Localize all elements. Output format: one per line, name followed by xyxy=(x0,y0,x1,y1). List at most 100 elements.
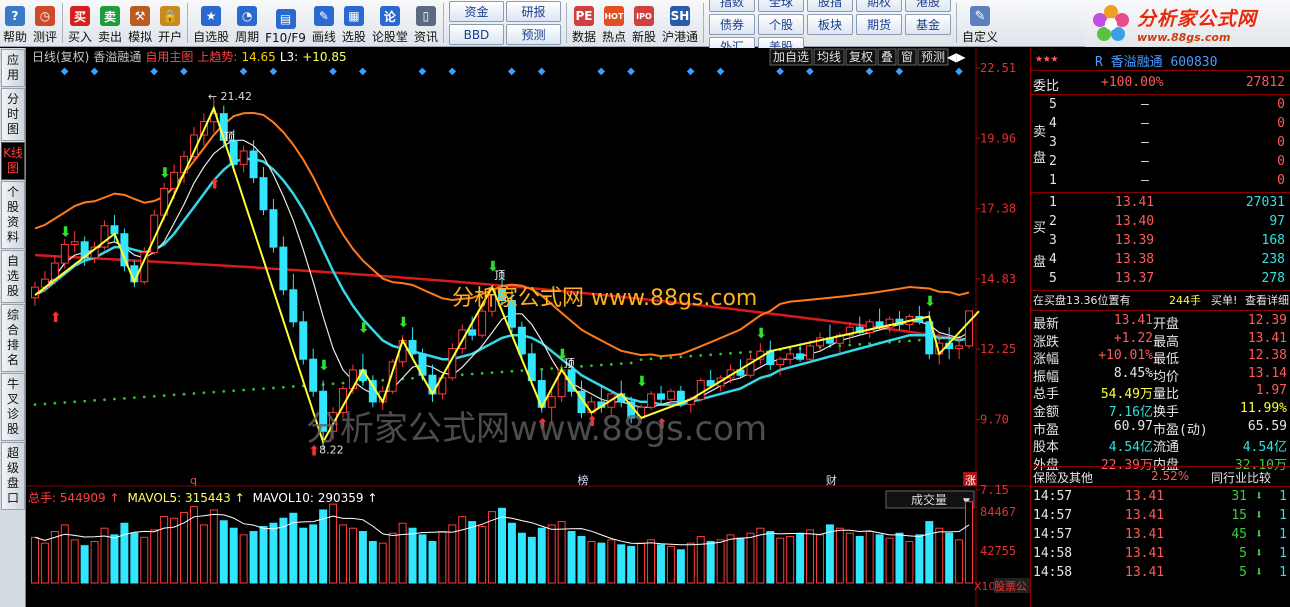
chart-button-1[interactable]: 均线 xyxy=(813,48,845,66)
left-tab-2[interactable]: K线图 xyxy=(1,142,25,180)
tick-volume: 15 xyxy=(1231,508,1247,523)
left-tab-7[interactable]: 超级盘口 xyxy=(1,442,25,510)
quote-value: 12.38 xyxy=(1247,348,1287,364)
support-dot xyxy=(212,390,216,394)
left-tab-5[interactable]: 综合排名 xyxy=(1,304,25,372)
toolbar-market-button-6[interactable]: 个股 xyxy=(758,13,805,35)
toolbar-group2-button-0[interactable]: 买买入 xyxy=(65,0,95,47)
toolbar-group3-button-4[interactable]: ▦ 选股 xyxy=(339,0,369,47)
toolbar-market-button-5[interactable]: 债券 xyxy=(709,13,756,35)
tick-price: 13.41 xyxy=(1125,546,1165,561)
toolbar-group2-button-2[interactable]: ⚒ 模拟 xyxy=(125,0,155,47)
volume-bar xyxy=(229,527,238,584)
signal-diamond-icon: ◆ xyxy=(269,66,277,77)
toolbar-group3-button-3[interactable]: ✎ 画线 xyxy=(309,0,339,47)
volume-bar xyxy=(418,534,427,584)
queue-detail-link[interactable]: 查看详细 xyxy=(1245,292,1289,308)
toolbar-group4-button-2[interactable]: IPO 新股 xyxy=(629,0,659,47)
support-dot xyxy=(33,403,37,406)
left-tab-0[interactable]: 应用 xyxy=(1,49,25,87)
volume-bar xyxy=(478,526,487,584)
left-tab-3[interactable]: 个股资料 xyxy=(1,181,25,249)
industry-compare-button[interactable]: 同行业比较 xyxy=(1211,469,1271,486)
support-dot xyxy=(709,353,713,357)
toolbar-grid-a-button-2[interactable]: BBD xyxy=(448,24,504,45)
chart-button-4[interactable]: 窗 xyxy=(897,48,917,66)
left-tab-1[interactable]: 分时图 xyxy=(1,88,25,141)
top-signal-label: 顶 xyxy=(494,269,505,282)
chart-button-5[interactable]: 预测 xyxy=(917,48,949,66)
chart-button-0[interactable]: 加自选 xyxy=(769,48,813,66)
toolbar-group2-button-3[interactable]: 🔒 开户 xyxy=(155,0,185,47)
toolbar-market-button-0[interactable]: 指数 xyxy=(709,0,756,12)
custom-button[interactable]: ✎ 自定义 xyxy=(959,0,1001,47)
volume-bar xyxy=(209,509,218,584)
chart-expand-icon[interactable]: ◀▶ xyxy=(947,50,966,64)
volume-bar xyxy=(468,521,477,584)
sell-price: – xyxy=(1141,173,1149,188)
kline-chart[interactable]: 22.51 19.96 17.38 14.83 12.25 9.70 7.15 日线(复权) 香… xyxy=(26,48,1030,607)
volume-bar xyxy=(816,534,824,584)
toolbar-grid-b: 指数 全球 股指 期权 港股 债券 个股 板块 期货 基金 外汇 美股 xyxy=(706,0,954,56)
chart-button-label-2: 复权 xyxy=(849,50,873,64)
toolbar-group3-button-5[interactable]: 论论股堂 xyxy=(369,0,411,47)
volume-bar xyxy=(796,532,805,584)
toolbar-grid-a-button-0[interactable]: 资金 xyxy=(448,1,504,22)
quote-value: 11.99% xyxy=(1240,401,1287,416)
toolbar-group3-icon-4: ▦ xyxy=(343,6,364,26)
support-dot xyxy=(520,369,524,372)
toolbar-group2-label-3: 开户 xyxy=(158,30,183,44)
chart-header-title: 日线(复权) xyxy=(32,50,89,64)
toolbar-group4-button-0[interactable]: PE 数据 xyxy=(569,0,599,47)
toolbar-group2-button-1[interactable]: 卖卖出 xyxy=(95,0,125,47)
toolbar-group3-label-6: 资讯 xyxy=(413,30,438,44)
toolbar-group3-button-6[interactable]: ▯ 资讯 xyxy=(411,0,441,47)
support-dot xyxy=(480,371,484,375)
toolbar-market-button-7[interactable]: 板块 xyxy=(807,13,854,35)
toolbar-group3-button-1[interactable]: ◔ 周期 xyxy=(232,0,262,47)
volume-bar xyxy=(408,527,417,584)
volume-bar xyxy=(150,529,159,584)
support-dot xyxy=(252,387,255,391)
support-dot xyxy=(202,391,206,395)
event-marker-zhang: 涨 xyxy=(965,474,976,487)
toolbar-market-button-4[interactable]: 港股 xyxy=(905,0,952,12)
tick-volume: 5 xyxy=(1239,565,1247,580)
toolbar-group1-button-1[interactable]: ◷ 测评 xyxy=(30,0,60,47)
chart-button-3[interactable]: 叠 xyxy=(877,48,897,66)
toolbar-group3-icon-2: ▤ xyxy=(275,9,296,29)
volume-bar xyxy=(249,531,258,584)
toolbar-market-button-9[interactable]: 基金 xyxy=(905,13,952,35)
quote-value: 60.97 xyxy=(1113,418,1153,434)
quote-row: 涨幅 +10.01% 最低 12.38 xyxy=(1031,347,1290,367)
toolbar-market-button-2[interactable]: 股指 xyxy=(807,0,854,12)
toolbar-group3-button-0[interactable]: ★ 自选股 xyxy=(190,0,232,47)
volume-bar xyxy=(527,536,536,584)
volume-indicator-select[interactable]: 成交量▼ xyxy=(885,490,975,509)
support-dot xyxy=(242,388,246,392)
buy-volume: 27031 xyxy=(1245,195,1285,210)
tick-time: 14:57 xyxy=(1033,527,1073,542)
support-dot xyxy=(132,396,136,400)
toolbar-group4-button-1[interactable]: HOT 热点 xyxy=(599,0,629,47)
down-arrow-icon: ⬇ xyxy=(1255,527,1263,542)
left-vertical-tabs: 应用 分时图 K线图 个股资料 自选股 综合排名 牛叉诊股 超级盘口 xyxy=(0,48,26,607)
volume-bar xyxy=(686,542,695,584)
toolbar-group3-button-2[interactable]: ▤ F10/F9 xyxy=(262,0,309,47)
left-tab-4[interactable]: 自选股 xyxy=(1,250,25,303)
left-tab-6[interactable]: 牛叉诊股 xyxy=(1,373,25,441)
support-dot xyxy=(93,399,96,402)
toolbar-group4-button-3[interactable]: SH 沪港通 xyxy=(659,0,701,47)
support-dot xyxy=(152,394,156,398)
toolbar-market-button-1[interactable]: 全球 xyxy=(758,0,805,12)
volume-bar xyxy=(865,531,874,584)
toolbar-group1-button-0[interactable]: ? 帮助 xyxy=(0,0,30,47)
toolbar-market-button-8[interactable]: 期货 xyxy=(856,13,903,35)
toolbar-group3-label-4: 选股 xyxy=(341,30,366,44)
chart-button-2[interactable]: 复权 xyxy=(845,48,877,66)
toolbar-market-button-3[interactable]: 期权 xyxy=(856,0,903,12)
toolbar-grid-a-button-3[interactable]: 预测 xyxy=(505,24,561,45)
buy-arrow-icon: ⬆ xyxy=(209,176,221,192)
toolbar-grid-a-button-1[interactable]: 研报 xyxy=(505,1,561,22)
toolbar-group1-label-0: 帮助 xyxy=(3,30,28,44)
